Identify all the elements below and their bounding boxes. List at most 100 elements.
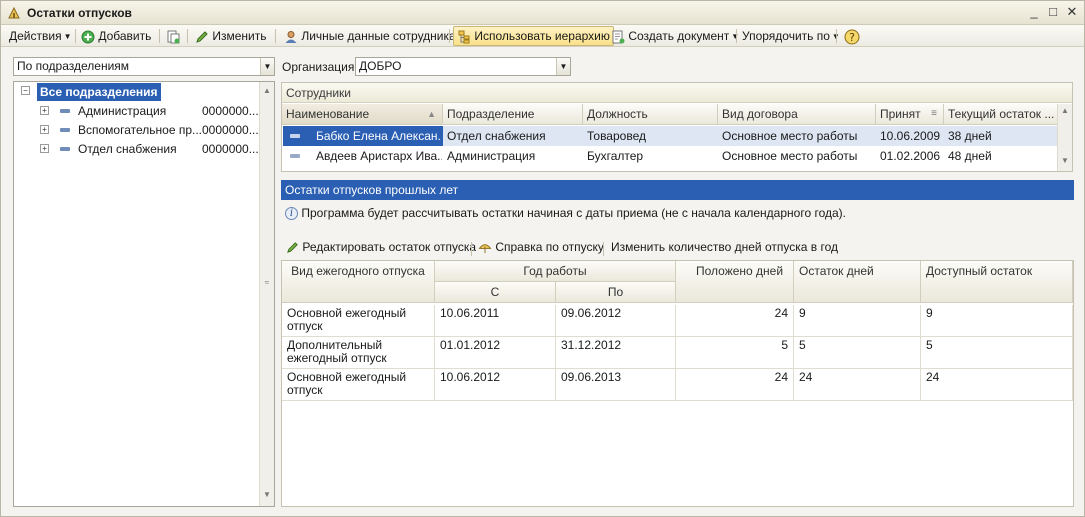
toolbar-separator — [75, 29, 76, 43]
to-date-cell[interactable]: 09.06.2012 — [556, 305, 676, 337]
edit-button[interactable]: Изменить — [192, 27, 269, 45]
column-header-vacation-type[interactable]: Вид ежегодного отпуска — [282, 261, 435, 303]
scroll-down-icon[interactable]: ▼ — [260, 487, 274, 502]
filter-icon[interactable]: ≡ — [931, 104, 937, 124]
vacation-help-button[interactable]: Справка по отпуску — [478, 240, 604, 254]
column-header-position[interactable]: Должность — [583, 104, 718, 125]
help-button[interactable]: ? — [841, 27, 863, 45]
remaining-days-cell[interactable]: 5 — [794, 337, 921, 369]
entitled-days-cell[interactable]: 5 — [676, 337, 794, 369]
minimize-button[interactable]: _ — [1026, 5, 1042, 21]
tree-item-label: Вспомогательное пр... — [78, 123, 202, 137]
vacation-icon — [8, 6, 20, 19]
column-header-from[interactable]: С — [435, 282, 556, 303]
employee-position: Бухгалтер — [587, 149, 644, 163]
maximize-button[interactable]: □ — [1045, 5, 1061, 21]
toolbar-separator — [449, 29, 450, 43]
column-header-balance[interactable]: Текущий остаток ... — [944, 104, 1058, 125]
expand-icon[interactable]: + — [40, 125, 49, 134]
entitled-days-cell[interactable]: 24 — [676, 305, 794, 337]
tree-scrollbar[interactable]: ▲ ≈ ▼ — [259, 82, 274, 506]
create-document-button[interactable]: Создать документ▼ — [608, 27, 742, 45]
tree-item-code: 0000000... — [202, 104, 259, 118]
vacation-type-cell[interactable]: Дополнительный ежегодный отпуск — [282, 337, 435, 369]
actions-menu-button[interactable]: Действия ▼ — [6, 27, 75, 45]
department-icon — [60, 109, 70, 113]
edit-balance-button[interactable]: Редактировать остаток отпуска — [286, 240, 476, 254]
column-header-label: Доступный остаток — [926, 264, 1033, 278]
column-header-label: Принят — [880, 107, 921, 121]
personal-data-button[interactable]: Личные данные сотрудника — [281, 27, 459, 45]
department-tree: − Все подразделения + Администрация 0000… — [13, 81, 275, 507]
tree-item-code: 0000000... — [202, 142, 259, 156]
to-date-cell[interactable]: 09.06.2013 — [556, 369, 676, 401]
organization-select[interactable]: ДОБРО ▼ — [355, 57, 571, 76]
close-button[interactable]: ✕ — [1064, 5, 1080, 21]
column-header-label: С — [490, 285, 500, 299]
expand-icon[interactable]: + — [40, 144, 49, 153]
entitled-days-cell[interactable]: 24 — [676, 369, 794, 401]
organization-value: ДОБРО — [359, 59, 402, 73]
column-header-label: По — [607, 285, 624, 299]
scroll-down-icon[interactable]: ▼ — [1061, 156, 1069, 165]
sort-asc-icon: ▲ — [427, 109, 436, 119]
use-hierarchy-toggle[interactable]: Использовать иерархию — [453, 26, 614, 46]
tree-item-label: Администрация — [78, 104, 167, 118]
toolbar-separator — [159, 29, 160, 43]
column-header-to[interactable]: По — [556, 282, 676, 303]
column-header-contract[interactable]: Вид договора — [718, 104, 876, 125]
scroll-up-icon[interactable]: ▲ — [260, 83, 274, 98]
copy-button[interactable] — [163, 27, 183, 45]
toolbar-separator — [187, 29, 188, 43]
add-label: Добавить — [98, 29, 152, 43]
employee-name[interactable]: Бабко Елена Алексан... — [312, 126, 442, 146]
remaining-days-cell[interactable]: 24 — [794, 369, 921, 401]
info-icon: i — [285, 207, 298, 221]
column-header-hired[interactable]: Принят ≡ — [876, 104, 944, 125]
vacation-type-cell[interactable]: Основной ежегодный отпуск — [282, 369, 435, 401]
remaining-days-cell[interactable]: 9 — [794, 305, 921, 337]
vacation-type-cell[interactable]: Основной ежегодный отпуск — [282, 305, 435, 337]
column-header-department[interactable]: Подразделение — [443, 104, 583, 125]
svg-text:?: ? — [849, 31, 855, 44]
to-date-cell[interactable]: 31.12.2012 — [556, 337, 676, 369]
copy-document-icon — [167, 30, 180, 44]
toolbar-separator — [471, 242, 472, 256]
add-icon — [81, 30, 95, 44]
grouping-select[interactable]: По подразделениям ▼ — [13, 57, 275, 76]
available-balance-cell: 5 — [921, 337, 1073, 369]
employees-scrollbar[interactable]: ▲ ▼ — [1057, 104, 1072, 171]
column-header-label: Текущий остаток ... — [948, 107, 1055, 121]
tree-item-label: Отдел снабжения — [78, 142, 177, 156]
collapse-icon[interactable]: − — [21, 86, 30, 95]
tree-item-auxiliary[interactable]: Вспомогательное пр... — [78, 121, 202, 139]
organization-label: Организация: — [282, 60, 358, 74]
create-document-icon — [612, 30, 625, 44]
sort-by-button[interactable]: Упорядочить по▼ — [739, 27, 843, 45]
expand-icon[interactable]: + — [40, 106, 49, 115]
scroll-up-icon[interactable]: ▲ — [1061, 106, 1069, 115]
column-header-entitled-days[interactable]: Положено дней — [676, 261, 794, 303]
change-days-label: Изменить количество дней отпуска в год — [611, 240, 838, 254]
tree-item-administration[interactable]: Администрация — [78, 102, 166, 120]
tree-item-supply[interactable]: Отдел снабжения — [78, 140, 177, 158]
employee-contract: Основное место работы — [722, 129, 858, 143]
from-date-cell[interactable]: 10.06.2012 — [435, 369, 556, 401]
column-header-remaining-days[interactable]: Остаток дней — [794, 261, 921, 303]
column-header-label: Подразделение — [447, 107, 535, 121]
column-header-available[interactable]: Доступный остаток — [921, 261, 1073, 303]
column-header-label: Вид договора — [722, 107, 798, 121]
change-days-button[interactable]: Изменить количество дней отпуска в год — [611, 240, 838, 254]
employee-name[interactable]: Авдеев Аристарх Ива... — [312, 146, 442, 166]
column-header-name[interactable]: Наименование ▲ — [282, 104, 443, 125]
grouping-select-value: По подразделениям — [17, 59, 130, 73]
employee-icon — [290, 154, 300, 158]
add-button[interactable]: Добавить — [78, 27, 154, 45]
from-date-cell[interactable]: 10.06.2011 — [435, 305, 556, 337]
from-date-cell[interactable]: 01.01.2012 — [435, 337, 556, 369]
tree-root-all-departments[interactable]: Все подразделения — [37, 83, 161, 101]
pencil-icon — [287, 242, 298, 254]
available-balance-cell: 9 — [921, 305, 1073, 337]
chevron-down-icon: ▼ — [260, 58, 274, 75]
help-icon: ? — [844, 29, 860, 45]
